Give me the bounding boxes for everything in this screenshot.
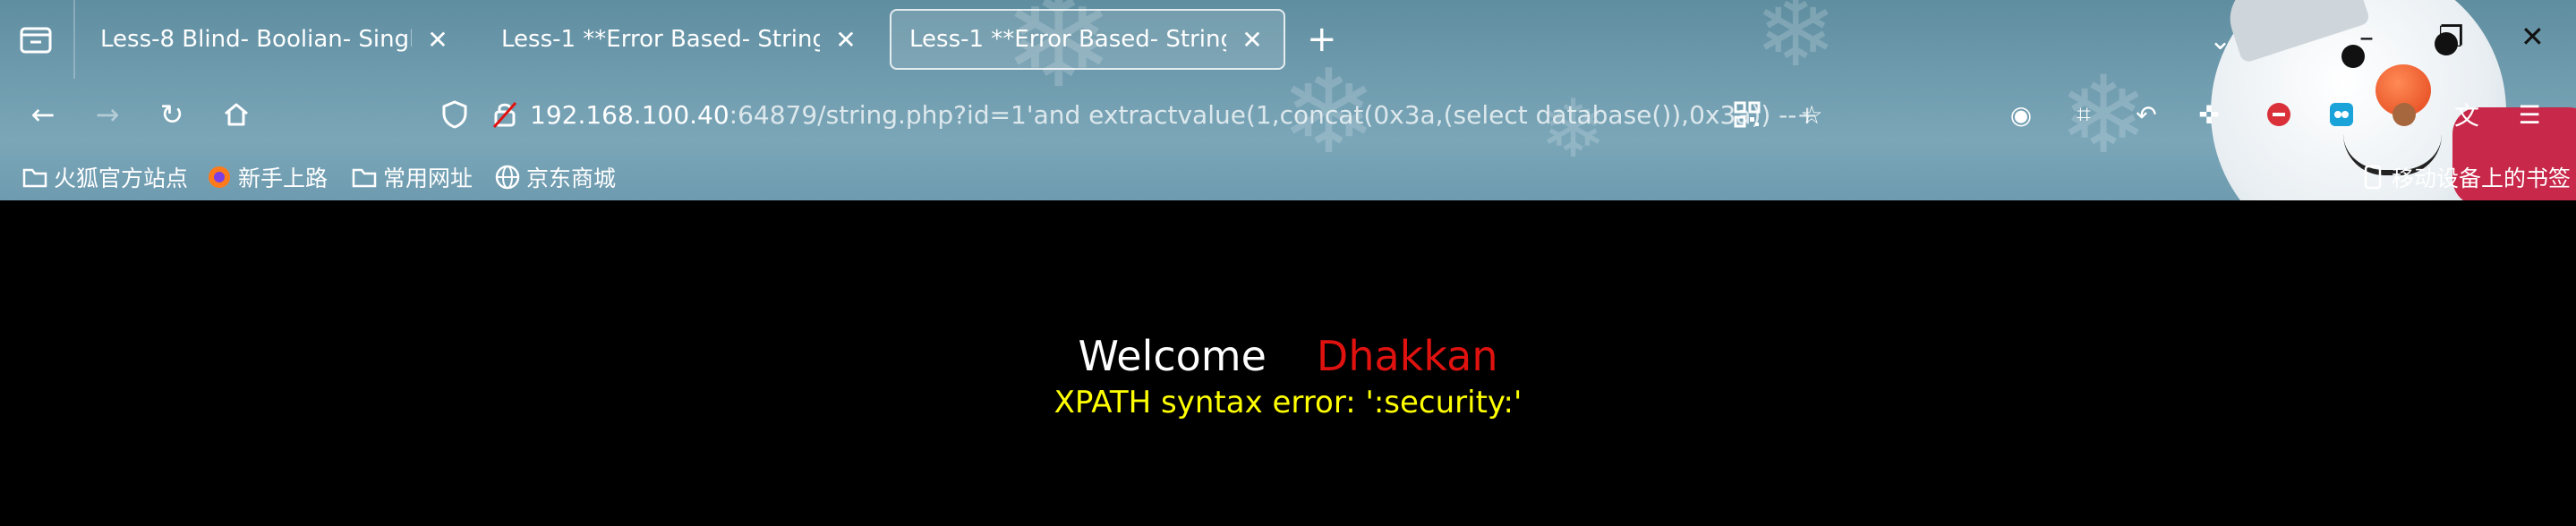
qr-code-icon[interactable] [1729, 97, 1765, 132]
url-path: :64879/string.php?id=1'and extractvalue(… [729, 99, 1818, 130]
close-tab-icon[interactable]: ✕ [832, 25, 859, 55]
app-menu-icon[interactable]: ☰ [2512, 97, 2547, 132]
restore-window-icon[interactable]: ❐ [2438, 20, 2464, 54]
bookmark-item[interactable]: 新手上路 [206, 161, 328, 193]
address-bar[interactable]: 192.168.100.40:64879/string.php?id=1'and… [430, 88, 1826, 141]
insecure-lock-icon[interactable] [480, 100, 530, 129]
bookmark-label: 新手上路 [238, 165, 328, 191]
screenshot-crop-icon[interactable]: ⌗ [2066, 97, 2102, 132]
firefox-icon [206, 164, 233, 191]
bookmark-label: 京东商城 [526, 165, 617, 191]
tab-bar: Less-8 Blind- Boolian- Single Quotes- St… [0, 0, 2576, 79]
reload-icon[interactable]: ↻ [154, 97, 190, 132]
tab-less-1[interactable]: Less-1 **Error Based- String** ✕ [483, 9, 877, 70]
globe-icon [494, 164, 521, 191]
close-window-icon[interactable]: ✕ [2521, 20, 2545, 54]
profile-extension-icon[interactable] [2386, 97, 2422, 132]
welcome-heading: Welcome Dhakkan [0, 331, 2576, 381]
list-all-tabs-chevron-icon[interactable]: ⌄ [2209, 25, 2231, 56]
error-message: XPATH syntax error: ':security:' [1053, 385, 1523, 420]
home-icon[interactable] [218, 97, 254, 132]
account-icon[interactable]: ◉ [2003, 97, 2039, 132]
bookmark-item[interactable]: 火狐官方站点 [21, 161, 188, 193]
tab-label: Less-1 **Error Based- String** [501, 26, 820, 53]
bookmark-star-icon[interactable]: ☆ [1794, 97, 1830, 132]
bookmark-item[interactable]: 京东商城 [494, 161, 616, 193]
bookmark-label: 常用网址 [383, 165, 473, 191]
folder-icon [351, 164, 378, 191]
mobile-bookmarks-label: 移动设备上的书签 [2392, 165, 2572, 191]
undo-arrow-icon[interactable]: ↶ [2128, 97, 2164, 132]
user-name-text: Dhakkan [1316, 332, 1498, 380]
tracking-protection-shield-icon[interactable] [430, 100, 480, 129]
mobile-device-icon [2359, 164, 2386, 191]
page-content: Welcome Dhakkan XPATH syntax error: ':sec… [0, 200, 2576, 526]
tab-separator [73, 0, 75, 79]
tab-less-8[interactable]: Less-8 Blind- Boolian- Single Quotes- St… [82, 9, 469, 70]
close-tab-icon[interactable]: ✕ [424, 25, 451, 55]
forward-arrow-icon[interactable]: → [90, 97, 125, 132]
bookmark-item[interactable]: 常用网址 [351, 161, 473, 193]
bookmarks-toolbar: 火狐官方站点 新手上路 常用网址 京东商城 移动设备上的书签 [0, 152, 2576, 200]
tab-label: Less-1 **Error Based- String** [909, 26, 1226, 53]
tab-list-icon[interactable] [18, 23, 54, 55]
folder-icon [21, 164, 48, 191]
extensions-puzzle-icon[interactable]: ✜ [2191, 97, 2227, 132]
translate-icon[interactable]: 文 [2449, 97, 2485, 132]
back-arrow-icon[interactable]: ← [25, 97, 61, 132]
tab-label: Less-8 Blind- Boolian- Single Quotes- St… [100, 26, 412, 53]
mobile-bookmarks[interactable]: 移动设备上的书签 [2359, 161, 2571, 193]
url-host: 192.168.100.40 [530, 99, 729, 130]
navigation-toolbar: ← → ↻ 192.168.100.40:64879/string.php?id… [0, 79, 2576, 150]
browser-chrome: ❄ ❄ ❄ ❄ ❄ Less-8 Blind- Boolian- Single … [0, 0, 2576, 200]
adblock-extension-icon[interactable] [2261, 97, 2297, 132]
bookmark-label: 火狐官方站点 [54, 165, 189, 191]
tab-less-1-active[interactable]: Less-1 **Error Based- String** ✕ [890, 9, 1285, 70]
new-tab-plus-icon[interactable]: + [1307, 21, 1337, 57]
welcome-text: Welcome [1078, 332, 1267, 380]
close-tab-icon[interactable]: ✕ [1239, 25, 1266, 55]
minimize-window-icon[interactable]: – [2359, 20, 2374, 54]
tampermonkey-extension-icon[interactable] [2324, 97, 2359, 132]
